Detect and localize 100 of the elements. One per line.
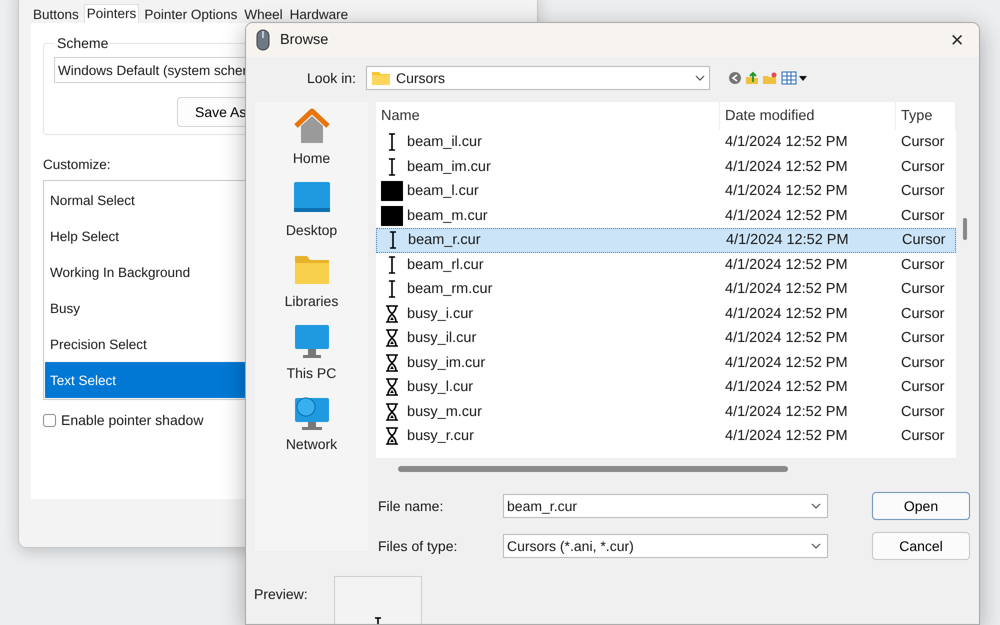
date-cell-text: 4/1/2024 12:52 PM: [724, 404, 849, 420]
dialog-title: Browse: [280, 32, 330, 48]
file-row[interactable]: beam_rl.cur 4/1/2024 12:52 PM Cursor: [376, 252, 956, 277]
column-header[interactable]: Name: [376, 102, 720, 130]
square-icon: [381, 181, 403, 202]
field-label: Files of type:: [378, 538, 458, 554]
tab[interactable]: Hardware: [288, 7, 350, 23]
file-row[interactable]: busy_il.cur 4/1/2024 12:52 PM Cursor: [376, 326, 956, 350]
file-name: busy_l.cur: [407, 379, 474, 396]
new-folder-icon[interactable]: [762, 71, 778, 85]
i-beam-icon: [386, 133, 398, 152]
tab[interactable]: Buttons: [31, 7, 81, 23]
file-name-field[interactable]: beam_r.cur: [503, 494, 828, 518]
date-cell-text: 4/1/2024 12:52 PM: [724, 330, 849, 346]
file-row[interactable]: beam_rm.cur 4/1/2024 12:52 PM Cursor: [376, 277, 956, 302]
scrollbar-thumb[interactable]: [398, 466, 788, 472]
file-name: beam_im.cur: [407, 158, 491, 175]
tab[interactable]: Wheel: [242, 7, 285, 23]
file-row[interactable]: busy_r.cur 4/1/2024 12:52 PM Cursor: [376, 424, 956, 448]
date-cell-text: 4/1/2024 12:52 PM: [724, 281, 849, 298]
square-icon: [381, 206, 403, 226]
file-row[interactable]: busy_m.cur 4/1/2024 12:52 PM Cursor: [376, 400, 956, 424]
i-beam-icon: [387, 231, 399, 250]
back-icon[interactable]: [728, 71, 742, 85]
type-cell-text: Cursor: [900, 306, 946, 322]
checkbox[interactable]: [43, 414, 56, 426]
place-item[interactable]: Desktop: [255, 174, 368, 245]
close-button[interactable]: ✕: [935, 23, 979, 57]
view-menu-icon[interactable]: [781, 71, 807, 85]
type-cell-text: Cursor: [900, 354, 946, 371]
scrollbar-thumb[interactable]: [963, 218, 967, 240]
chevron-icon: [811, 503, 821, 509]
chevron-icon: [695, 75, 705, 81]
file-name: busy_i.cur: [407, 306, 474, 322]
file-row[interactable]: busy_im.cur 4/1/2024 12:52 PM Cursor: [376, 350, 956, 375]
hourglass-icon: [385, 304, 399, 323]
hourglass-icon: [385, 329, 399, 348]
type-cell-text: Cursor: [901, 232, 947, 248]
field-label: File name:: [378, 498, 444, 514]
date-cell-text: 4/1/2024 12:52 PM: [724, 428, 849, 444]
file-type-dropdown[interactable]: Cursors (*.ani, *.cur): [503, 534, 828, 558]
column-header[interactable]: Date modified: [720, 102, 896, 130]
hourglass-icon: [385, 378, 399, 396]
i-beam-icon: [386, 256, 398, 274]
i-beam-icon: [386, 158, 398, 176]
file-name: busy_r.cur: [407, 428, 474, 444]
file-row[interactable]: beam_r.cur 4/1/2024 12:52 PM Cursor: [376, 228, 956, 252]
type-cell-text: Cursor: [900, 183, 946, 200]
date-cell-text: 4/1/2024 12:52 PM: [724, 183, 849, 200]
date-cell-text: 4/1/2024 12:52 PM: [724, 208, 849, 224]
cancel-button[interactable]: Cancel: [872, 532, 970, 560]
date-cell-text: 4/1/2024 12:52 PM: [724, 256, 849, 273]
file-name: busy_il.cur: [407, 330, 476, 346]
file-row[interactable]: beam_im.cur 4/1/2024 12:52 PM Cursor: [376, 154, 956, 179]
file-name: busy_m.cur: [407, 404, 482, 420]
folder-icon: [371, 70, 391, 86]
file-name: beam_r.cur: [408, 232, 481, 248]
preview-label: Preview:: [254, 586, 309, 602]
file-row[interactable]: beam_il.cur 4/1/2024 12:52 PM Cursor: [376, 130, 956, 154]
group-title: Scheme: [56, 35, 110, 51]
type-cell-text: Cursor: [900, 256, 946, 273]
type-cell-text: Cursor: [900, 158, 946, 175]
file-name: busy_im.cur: [407, 354, 486, 371]
tab[interactable]: Pointers: [84, 4, 140, 23]
checkbox-label: Enable pointer shadow: [61, 412, 204, 428]
open-button[interactable]: Open: [872, 492, 970, 520]
customize-label: Customize:: [43, 157, 111, 172]
type-cell-text: Cursor: [900, 428, 946, 444]
hourglass-icon: [385, 354, 399, 372]
file-row[interactable]: beam_m.cur 4/1/2024 12:52 PM Cursor: [376, 204, 956, 228]
file-name: beam_l.cur: [407, 183, 479, 200]
file-row[interactable]: busy_i.cur 4/1/2024 12:52 PM Cursor: [376, 302, 956, 326]
date-cell-text: 4/1/2024 12:52 PM: [724, 354, 849, 371]
home-icon: [292, 106, 332, 146]
date-cell-text: 4/1/2024 12:52 PM: [724, 306, 849, 322]
type-cell-text: Cursor: [900, 330, 946, 346]
look-in-label: Look in:: [306, 70, 357, 86]
file-name: beam_rl.cur: [407, 256, 484, 273]
date-cell-text: 4/1/2024 12:52 PM: [725, 232, 850, 248]
type-cell-text: Cursor: [900, 404, 946, 420]
hourglass-icon: [385, 427, 399, 446]
date-cell-text: 4/1/2024 12:52 PM: [724, 134, 849, 150]
file-row[interactable]: busy_l.cur 4/1/2024 12:52 PM Cursor: [376, 375, 956, 400]
file-name: beam_m.cur: [407, 208, 488, 224]
file-name: beam_rm.cur: [407, 281, 492, 298]
date-cell-text: 4/1/2024 12:52 PM: [724, 379, 849, 396]
hourglass-icon: [385, 402, 399, 421]
column-header[interactable]: Type: [896, 102, 956, 130]
file-row[interactable]: beam_l.cur 4/1/2024 12:52 PM Cursor: [376, 179, 956, 204]
date-cell-text: 4/1/2024 12:52 PM: [724, 158, 849, 175]
type-cell-text: Cursor: [900, 379, 946, 396]
up-folder-icon[interactable]: [745, 71, 759, 85]
type-cell-text: Cursor: [900, 208, 946, 224]
file-name: beam_il.cur: [407, 134, 482, 150]
place-item[interactable]: Libraries: [255, 245, 368, 316]
i-beam-icon: [386, 280, 398, 298]
chevron-icon: [811, 543, 821, 549]
type-cell-text: Cursor: [900, 281, 946, 298]
tab[interactable]: Pointer Options: [142, 7, 240, 23]
look-in-dropdown[interactable]: Cursors: [366, 66, 710, 90]
